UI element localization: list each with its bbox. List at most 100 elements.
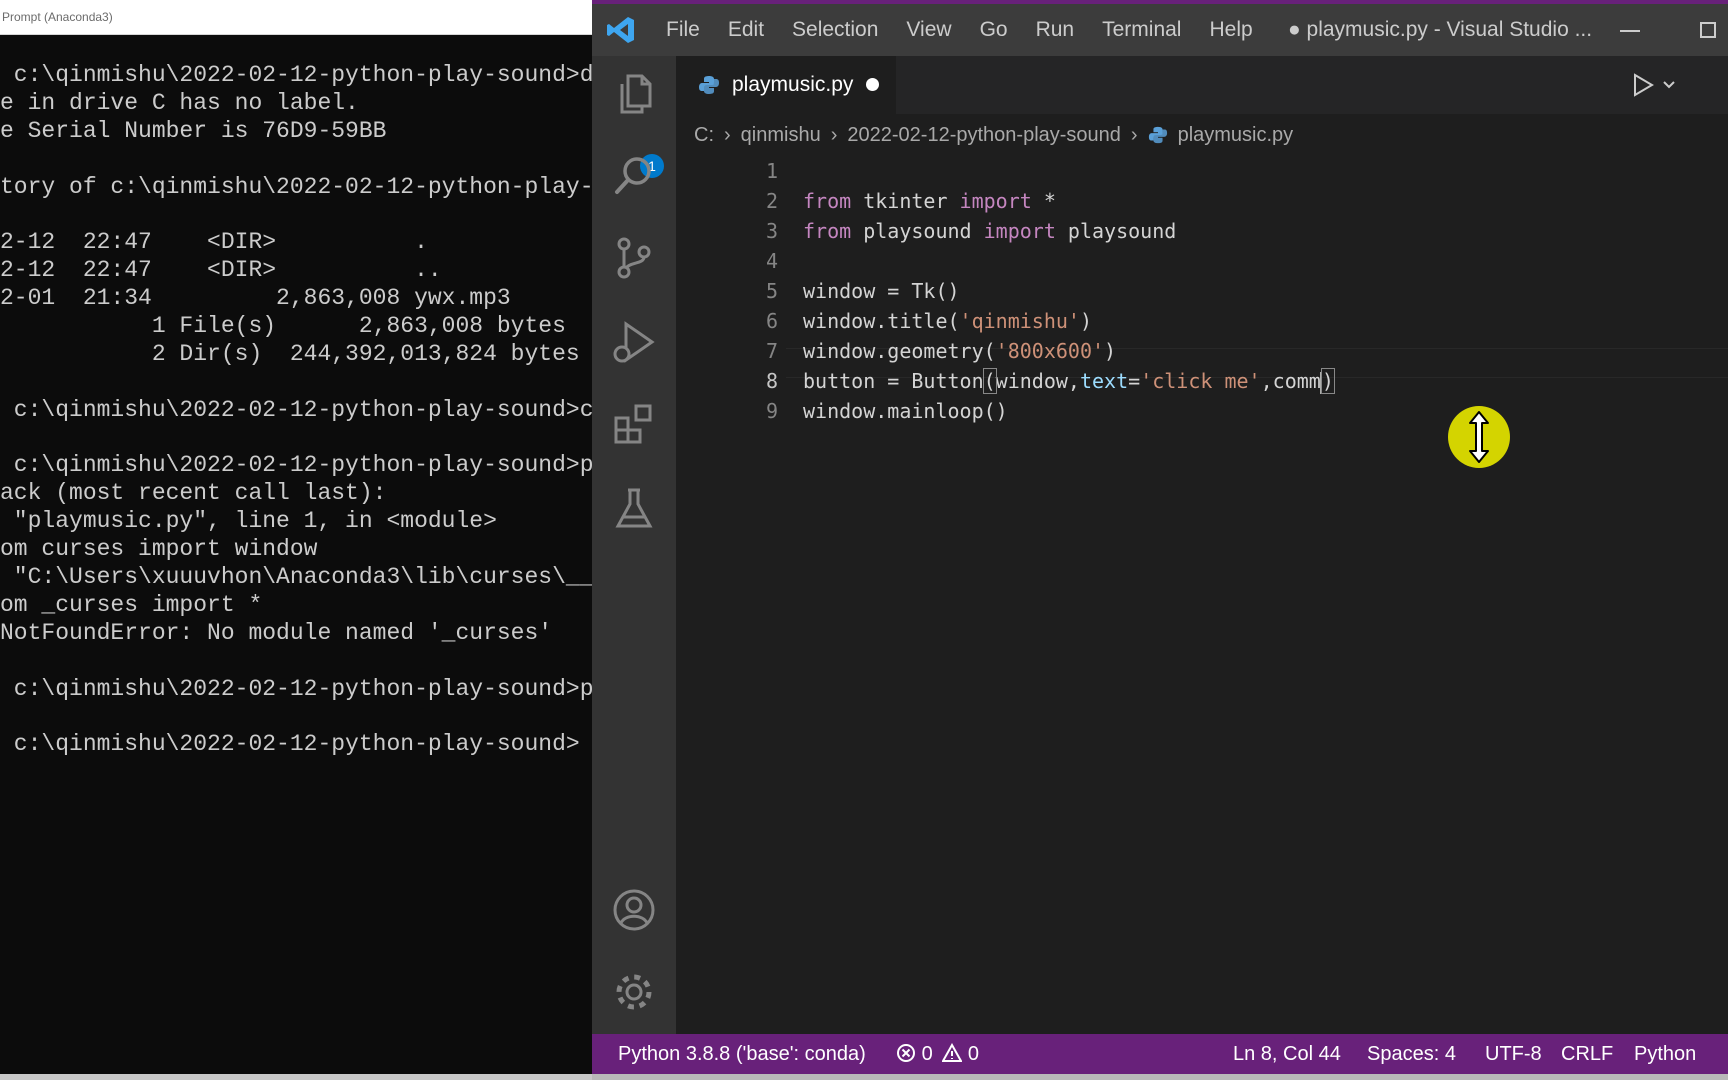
language-mode-status[interactable]: Python bbox=[1634, 1034, 1696, 1074]
window-title: ● playmusic.py - Visual Studio ... bbox=[1288, 18, 1593, 41]
code-text: button = Button(window,text='click me',c… bbox=[803, 368, 1335, 394]
testing-icon[interactable] bbox=[610, 484, 658, 532]
terminal-line: om _curses import * bbox=[0, 591, 263, 618]
account-icon[interactable] bbox=[610, 886, 658, 934]
title-bar: File Edit Selection View Go Run Terminal… bbox=[592, 4, 1728, 56]
gear-icon[interactable] bbox=[610, 968, 658, 1016]
code-editor[interactable]: 1 2 from tkinter import * 3 from playsound i… bbox=[676, 156, 1728, 1034]
terminal-title: Prompt (Anaconda3) bbox=[2, 10, 113, 24]
code-line[interactable]: 9 window.mainloop() bbox=[676, 396, 1728, 426]
maximize-button[interactable] bbox=[1700, 22, 1716, 38]
menu-selection[interactable]: Selection bbox=[778, 18, 892, 42]
chevron-right-icon: › bbox=[1130, 123, 1138, 146]
files-icon[interactable] bbox=[610, 70, 658, 118]
status-bar: Python 3.8.8 ('base': conda) 0 0 Ln 8, C… bbox=[592, 1034, 1728, 1074]
code-line[interactable]: 6 window.title('qinmishu') bbox=[676, 306, 1728, 336]
terminal-line: e in drive C has no label. bbox=[0, 89, 359, 116]
line-number: 3 bbox=[765, 219, 778, 243]
warning-icon bbox=[941, 1042, 963, 1062]
chevron-right-icon: › bbox=[830, 123, 838, 146]
problems-status[interactable]: 0 0 bbox=[896, 1034, 979, 1074]
encoding-status[interactable]: UTF-8 bbox=[1485, 1034, 1542, 1074]
terminal-line: ack (most recent call last): bbox=[0, 480, 387, 507]
breadcrumb-file[interactable]: playmusic.py bbox=[1178, 124, 1294, 147]
error-icon bbox=[897, 1044, 915, 1062]
chevron-right-icon: › bbox=[724, 123, 731, 146]
indentation-status[interactable]: Spaces: 4 bbox=[1367, 1034, 1456, 1074]
terminal-line: "playmusic.py", line 1, in <module> bbox=[0, 508, 497, 535]
terminal-line: c:\qinmishu\2022-02-12-python-play-sound… bbox=[0, 62, 592, 88]
terminal-line: c:\qinmishu\2022-02-12-python-play-sound… bbox=[0, 396, 592, 423]
code-line[interactable]: 4 bbox=[676, 246, 1728, 276]
code-text: window = Tk() bbox=[803, 279, 960, 303]
extensions-icon[interactable] bbox=[610, 400, 658, 448]
code-line[interactable]: 8 button = Button(window,text='click me',… bbox=[676, 366, 1728, 396]
breadcrumb-drive[interactable]: C: bbox=[694, 124, 714, 147]
minimize-button[interactable] bbox=[1620, 30, 1640, 32]
chevron-down-icon[interactable] bbox=[1662, 78, 1676, 92]
code-line[interactable]: 3 from playsound import playsound bbox=[676, 216, 1728, 246]
python-file-icon bbox=[699, 76, 719, 94]
terminal-titlebar[interactable]: Prompt (Anaconda3) bbox=[0, 0, 592, 35]
menu-help[interactable]: Help bbox=[1195, 18, 1266, 42]
terminal-line: om curses import window bbox=[0, 536, 318, 563]
terminal-line: c:\qinmishu\2022-02-12-python-play-sound… bbox=[0, 675, 592, 702]
terminal-line: NotFoundError: No module named '_curses' bbox=[0, 619, 553, 646]
tab-label: playmusic.py bbox=[732, 73, 854, 96]
terminal-line: c:\qinmishu\2022-02-12-python-play-sound… bbox=[0, 452, 592, 479]
breadcrumb: C: › qinmishu › 2022-02-12-python-play-s… bbox=[676, 114, 1728, 156]
terminal-output[interactable]: c:\qinmishu\2022-02-12-python-play-sound… bbox=[0, 62, 592, 759]
python-interpreter-status[interactable]: Python 3.8.8 ('base': conda) bbox=[618, 1034, 866, 1074]
code-line[interactable]: 2 from tkinter import * bbox=[676, 186, 1728, 216]
editor-tab-bar: playmusic.py bbox=[676, 56, 1728, 114]
menu-bar: File Edit Selection View Go Run Terminal… bbox=[652, 4, 1267, 56]
menu-edit[interactable]: Edit bbox=[714, 18, 778, 42]
python-file-icon bbox=[1148, 126, 1167, 144]
code-line[interactable]: 7 window.geometry('800x600') bbox=[676, 336, 1728, 366]
terminal-line: tory of c:\qinmishu\2022-02-12-python-pl… bbox=[0, 173, 592, 200]
menu-go[interactable]: Go bbox=[966, 18, 1022, 42]
terminal-window[interactable]: Prompt (Anaconda3) c:\qinmishu\2022-02-1… bbox=[0, 0, 592, 1080]
terminal-line: 2-12 22:47 <DIR> . bbox=[0, 229, 428, 256]
code-line[interactable]: 5 window = Tk() bbox=[676, 276, 1728, 306]
terminal-line: e Serial Number is 76D9-59BB bbox=[0, 117, 387, 144]
unsaved-dot-icon[interactable] bbox=[866, 78, 879, 91]
code-text: window.title('qinmishu') bbox=[803, 309, 1093, 333]
terminal-line: c:\qinmishu\2022-02-12-python-play-sound… bbox=[0, 731, 580, 758]
code-text: from playsound import playsound bbox=[803, 219, 1177, 243]
line-number: 2 bbox=[765, 189, 778, 213]
cursor-position-status[interactable]: Ln 8, Col 44 bbox=[1233, 1034, 1341, 1074]
terminal-line: "C:\Users\xuuuvhon\Anaconda3\lib\curses\… bbox=[0, 564, 592, 591]
vscode-window: File Edit Selection View Go Run Terminal… bbox=[592, 0, 1728, 1080]
breadcrumb-project[interactable]: 2022-02-12-python-play-sound bbox=[847, 124, 1121, 147]
code-line[interactable]: 1 bbox=[676, 156, 1728, 186]
line-number: 6 bbox=[765, 309, 778, 333]
error-count: 0 bbox=[921, 1043, 933, 1065]
eol-status[interactable]: CRLF bbox=[1561, 1034, 1613, 1074]
tab-playmusic[interactable]: playmusic.py bbox=[676, 56, 896, 114]
warning-count: 0 bbox=[967, 1043, 979, 1065]
play-icon[interactable] bbox=[1630, 72, 1656, 98]
code-text: window.geometry('800x600') bbox=[803, 339, 1117, 363]
search-icon[interactable] bbox=[610, 152, 658, 200]
resize-vertical-cursor-icon bbox=[1469, 411, 1489, 463]
source-control-icon[interactable] bbox=[610, 234, 658, 282]
line-number: 9 bbox=[765, 399, 778, 423]
terminal-line: 1 File(s) 2,863,008 bytes bbox=[0, 313, 566, 340]
menu-view[interactable]: View bbox=[892, 18, 965, 42]
breadcrumb-folder[interactable]: qinmishu bbox=[741, 124, 821, 147]
code-text: from tkinter import * bbox=[803, 189, 1056, 213]
menu-file[interactable]: File bbox=[652, 18, 714, 42]
line-number: 5 bbox=[765, 279, 778, 303]
menu-terminal[interactable]: Terminal bbox=[1088, 18, 1195, 42]
line-number: 4 bbox=[765, 249, 778, 273]
line-number: 7 bbox=[765, 339, 778, 363]
run-debug-icon[interactable] bbox=[610, 318, 658, 366]
menu-run[interactable]: Run bbox=[1022, 18, 1089, 42]
